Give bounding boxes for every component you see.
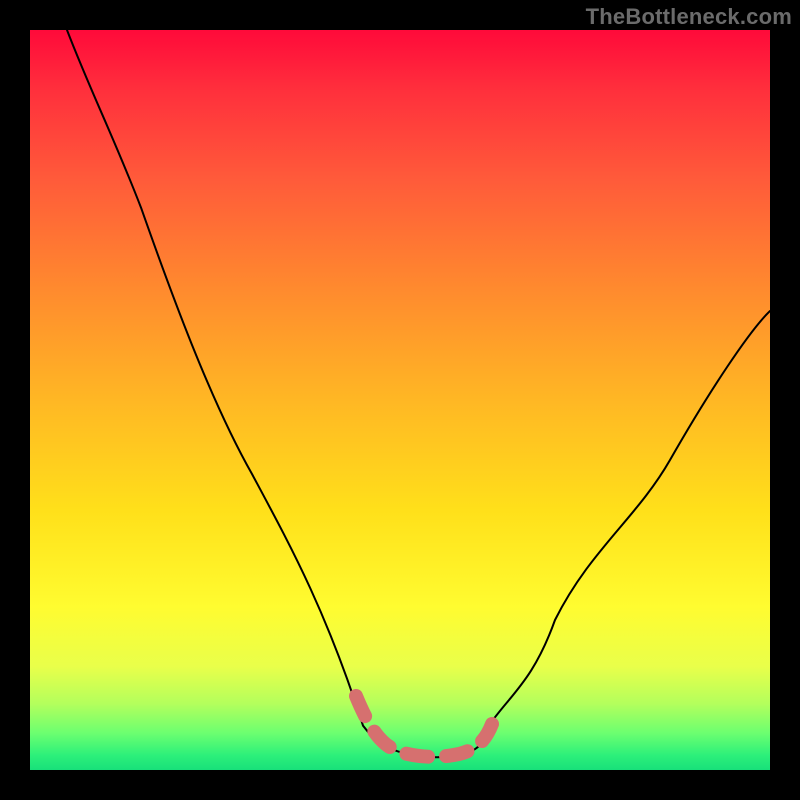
curve-svg xyxy=(30,30,770,770)
valley-dash xyxy=(356,696,492,757)
chart-frame: TheBottleneck.com xyxy=(0,0,800,800)
plot-area xyxy=(30,30,770,770)
watermark-text: TheBottleneck.com xyxy=(586,4,792,30)
bottleneck-curve xyxy=(67,30,770,757)
